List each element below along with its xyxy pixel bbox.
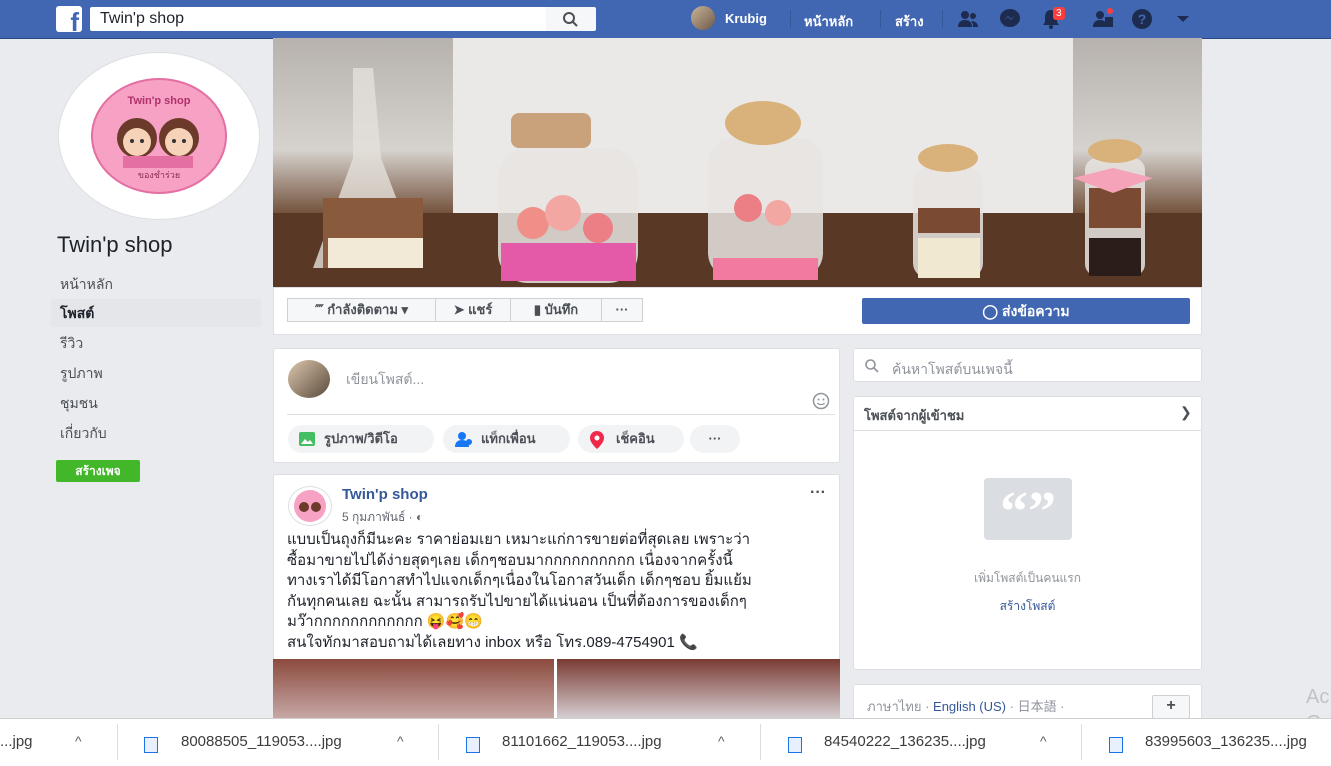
tag-friends-button[interactable]: แท็กเพื่อน [443,425,570,453]
svg-text:?: ? [1138,11,1147,27]
chevron-up-icon[interactable]: ^ [1040,718,1047,765]
svg-text:ของชำร่วย: ของชำร่วย [138,170,180,180]
nav-divider [880,10,881,28]
composer-avatar [288,360,330,398]
chevron-up-icon[interactable]: ^ [75,718,82,765]
language-english[interactable]: English (US) [933,699,1006,714]
download-divider [438,724,439,760]
rss-icon: ⁗ [314,302,324,317]
messenger-icon[interactable] [999,8,1021,30]
tag-friends-icon [455,432,472,447]
card-divider [853,430,1202,431]
download-item[interactable]: 81101662_119053....jpg [502,718,662,765]
post-timestamp[interactable]: 5 กุมภาพันธ์ · ◐ [342,508,423,527]
page-search-input[interactable]: ค้นหาโพสต์บนเพจนี้ [892,359,1013,381]
visitor-posts-title[interactable]: โพสต์จากผู้เข้าชม [864,405,964,426]
photo-video-label: รูปภาพ/วิดีโอ [324,431,398,446]
search-input[interactable]: Twin'p shop [90,7,546,31]
nav-divider [790,10,791,28]
add-language-button[interactable]: + [1152,695,1190,719]
chevron-up-icon[interactable]: ^ [397,718,404,765]
sidebar-item-about[interactable]: เกี่ยวกับ [51,419,261,447]
following-label: กำลังติดตาม [327,302,398,317]
post-body-text: แบบเป็นถุงก็มีนะคะ ราคาย่อมเยา เหมาะแก่ก… [287,531,752,651]
more-actions-button[interactable]: ··· [601,298,643,322]
messenger-icon: ◯ [982,303,999,319]
write-post-input[interactable]: เขียนโพสต์... [346,369,424,391]
composer-divider [287,414,835,415]
empty-state-text: เพิ่มโพสต์เป็นคนแรก [974,571,1081,585]
photo-video-button[interactable]: รูปภาพ/วิดีโอ [288,425,434,453]
download-item[interactable]: ...jpg [0,718,33,765]
home-link[interactable]: หน้าหลัก [804,11,853,32]
search-button[interactable] [546,7,596,31]
facebook-logo-icon[interactable]: f [56,6,82,35]
post-photo[interactable] [273,659,554,719]
send-message-label: ส่งข้อความ [1001,303,1070,319]
sidebar-item-home[interactable]: หน้าหลัก [51,270,261,298]
sidebar-item-photos[interactable]: รูปภาพ [51,359,261,387]
emoji-icon[interactable] [812,392,830,410]
share-arrow-icon: ➤ [453,302,465,317]
check-in-label: เช็คอิน [616,431,655,446]
search-icon [563,12,578,27]
language-japanese[interactable]: · 日本語 · [1010,699,1065,714]
download-divider [117,724,118,760]
check-in-button[interactable]: เช็คอิน [578,425,684,453]
download-item[interactable]: 83995603_136235....jpg [1145,718,1307,765]
shop-logo: Twin'p shop ของชำร่วย [91,78,227,194]
user-avatar[interactable] [691,6,715,30]
create-page-button[interactable]: สร้างเพจ [56,460,140,482]
language-selector: ภาษาไทย · English (US) · 日本語 · [867,696,1065,717]
download-item[interactable]: 84540222_136235....jpg [824,718,986,765]
sidebar-item-reviews[interactable]: รีวิว [51,329,261,357]
composer-more-button[interactable]: ··· [690,425,740,453]
post-date-label: 5 กุมภาพันธ์ · [342,510,413,524]
friend-requests-icon[interactable] [957,8,979,30]
image-file-icon [466,737,480,753]
cover-photo[interactable] [273,38,1202,287]
nav-divider [942,10,943,28]
download-divider [1081,724,1082,760]
post-author-name[interactable]: Twin'p shop [342,486,428,503]
post-photo[interactable] [557,659,840,719]
save-button[interactable]: ▮ บันทึก [510,298,602,322]
language-thai[interactable]: ภาษาไทย · [867,699,929,714]
page-title[interactable]: Twin'p shop [57,232,173,258]
post-options-button[interactable]: ··· [810,484,826,502]
share-button[interactable]: ➤ แชร์ [435,298,511,322]
chevron-right-icon[interactable]: ❯ [1180,404,1192,421]
location-pin-icon [590,431,604,449]
save-label: บันทึก [544,302,579,317]
account-menu-chevron-icon[interactable] [1172,8,1194,30]
photo-icon [299,432,315,446]
image-file-icon [788,737,802,753]
chevron-up-icon[interactable]: ^ [718,718,725,765]
send-message-button[interactable]: ◯ ส่งข้อความ [862,298,1190,324]
quick-help-icon[interactable] [1092,8,1114,30]
notification-badge: 3 [1053,7,1065,20]
bookmark-icon: ▮ [533,302,541,317]
svg-text:“”: “” [1000,481,1056,540]
post-author-avatar[interactable] [288,486,332,526]
download-divider [760,724,761,760]
download-item[interactable]: 80088505_119053....jpg [181,718,342,765]
help-icon[interactable]: ? [1131,8,1153,30]
image-file-icon [144,737,158,753]
search-icon [864,358,880,374]
create-link[interactable]: สร้าง [895,11,924,32]
globe-icon: ◐ [415,510,424,524]
quote-icon: “” [984,478,1072,543]
svg-text:Twin'p shop: Twin'p shop [128,95,191,107]
tag-friends-label: แท็กเพื่อน [481,431,536,446]
sidebar-item-posts[interactable]: โพสต์ [51,299,261,327]
create-post-link[interactable]: สร้างโพสต์ [853,597,1202,616]
image-file-icon [1109,737,1123,753]
profile-link[interactable]: Krubig [725,11,767,26]
following-button[interactable]: ⁗ กำลังติดตาม ▾ [287,298,436,322]
sidebar-item-community[interactable]: ชุมชน [51,389,261,417]
caret-down-icon: ▾ [401,302,409,317]
share-label: แชร์ [468,302,493,317]
